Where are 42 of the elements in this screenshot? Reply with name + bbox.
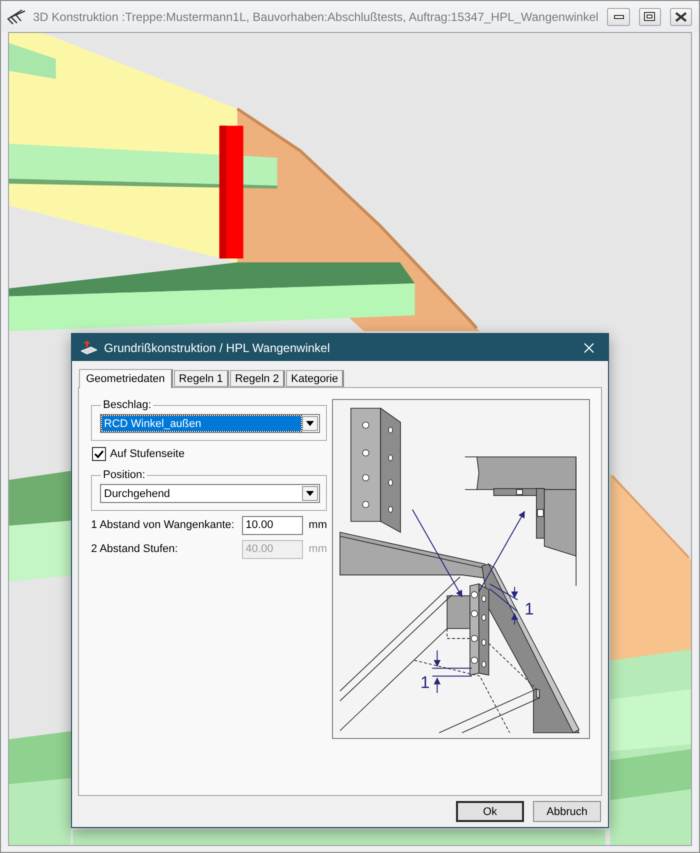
dimension-label: 1 xyxy=(524,600,534,619)
caret-icon xyxy=(306,421,314,426)
dropdown-button[interactable] xyxy=(302,486,318,501)
close-icon xyxy=(674,12,687,22)
dropdown-button[interactable] xyxy=(302,416,318,431)
tab[interactable]: Geometriedaten xyxy=(79,369,173,388)
dimension-label: 1 xyxy=(420,673,430,692)
cancel-button[interactable]: Abbruch xyxy=(533,801,601,822)
dimension-arrow xyxy=(511,586,518,598)
dimension-arrow xyxy=(511,612,518,626)
leader-line xyxy=(489,588,518,612)
field-label: 1 Abstand von Wangenkante: xyxy=(91,519,236,531)
tab[interactable]: Regeln 1 xyxy=(174,370,229,387)
input-field[interactable]: 10.00 xyxy=(242,516,303,534)
maximize-button[interactable] xyxy=(638,8,661,26)
tab[interactable]: Kategorie xyxy=(286,370,344,387)
tab[interactable]: Regeln 2 xyxy=(230,370,285,387)
leader-line xyxy=(489,583,518,600)
close-button[interactable] xyxy=(670,8,692,26)
close-icon xyxy=(584,342,594,352)
leader-line xyxy=(432,668,472,669)
ok-button[interactable]: Ok xyxy=(456,801,524,822)
dialog-title: Grundrißkonstruktion / HPL Wangenwinkel xyxy=(104,340,331,354)
dropdown[interactable]: RCD Winkel_außen xyxy=(100,414,320,433)
window-title: 3D Konstruktion :Treppe:Mustermann1L, Bauvorhaben:Abschlußtests, Auftrag:15347_HPL_Wangenwinkel xyxy=(33,10,598,24)
dimension-arrow xyxy=(434,650,441,667)
checkbox[interactable] xyxy=(92,447,106,461)
caret-icon xyxy=(306,491,314,496)
dimension-arrow xyxy=(434,677,441,694)
checkbox-label: Auf Stufenseite xyxy=(110,448,185,460)
field-label: 2 Abstand Stufen: xyxy=(91,543,179,555)
unit-label: mm xyxy=(308,543,327,555)
logo-icon xyxy=(7,8,27,24)
leader-line xyxy=(432,676,472,677)
dropdown[interactable]: Durchgehend xyxy=(100,484,320,503)
unit-label: mm xyxy=(308,519,327,531)
maximize-icon xyxy=(644,12,656,21)
group-label: Position: xyxy=(102,469,146,481)
group-label: Beschlag: xyxy=(102,399,152,411)
minimize-button[interactable] xyxy=(607,8,630,26)
minimize-icon xyxy=(614,14,624,18)
app-icon xyxy=(81,340,97,354)
